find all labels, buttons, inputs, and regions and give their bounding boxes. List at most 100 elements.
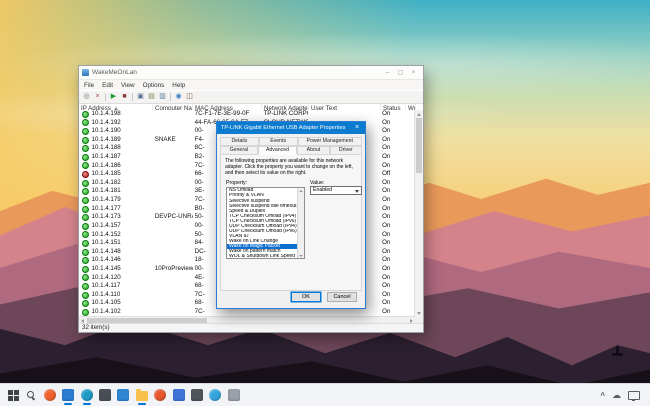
file-explorer-icon[interactable] xyxy=(136,391,148,401)
tab-general[interactable]: General xyxy=(220,146,258,155)
computer-name-cell xyxy=(153,110,193,119)
device-status-icon xyxy=(82,137,89,144)
listbox-scrollbar[interactable] xyxy=(297,188,304,258)
device-status-icon xyxy=(82,111,89,118)
computer-name-cell xyxy=(153,222,193,231)
menu-file[interactable]: File xyxy=(80,82,98,89)
delete-button[interactable]: × xyxy=(92,92,103,102)
edge-icon[interactable] xyxy=(81,389,93,401)
start-scan-button[interactable]: ▶ xyxy=(108,92,119,102)
window-titlebar[interactable]: WakeMeOnLan – ▢ × xyxy=(79,66,423,80)
tab-about[interactable]: About xyxy=(297,146,329,155)
mail-icon[interactable] xyxy=(62,389,74,401)
ip-cell: 10.1.4.110 xyxy=(79,291,153,300)
status-cell: On xyxy=(380,239,405,248)
tab-advanced[interactable]: Advanced xyxy=(258,146,298,155)
menu-edit[interactable]: Edit xyxy=(98,82,117,89)
computer-name-cell xyxy=(153,179,193,188)
photos-app-icon[interactable] xyxy=(173,389,185,401)
status-cell: On xyxy=(380,274,405,283)
dialog-titlebar[interactable]: TP-LINK Gigabit Ethernet USB Adapter Pro… xyxy=(217,122,365,134)
listbox-scroll-up-icon[interactable] xyxy=(299,190,303,192)
computer-name-cell xyxy=(153,187,193,196)
system-tray: ^ ☁ xyxy=(600,390,650,400)
app-icon xyxy=(82,69,89,76)
tab-details[interactable]: Details xyxy=(220,137,259,146)
computer-name-cell xyxy=(153,248,193,257)
paint3d-icon[interactable] xyxy=(228,389,240,401)
status-cell: On xyxy=(380,205,405,214)
computer-name-cell xyxy=(153,231,193,240)
display-icon[interactable] xyxy=(628,391,640,400)
status-cell: On xyxy=(380,153,405,162)
computer-name-cell xyxy=(153,239,193,248)
save-button[interactable]: ▣ xyxy=(135,92,146,102)
scroll-right-arrow-icon[interactable] xyxy=(410,319,413,323)
vscode-icon[interactable] xyxy=(117,389,129,401)
device-status-icon xyxy=(82,266,89,273)
start-button[interactable] xyxy=(7,389,19,401)
property-listbox: NS OffloadPriority & VLANSelective suspe… xyxy=(226,187,305,259)
device-status-icon xyxy=(82,119,89,126)
status-cell: On xyxy=(380,213,405,222)
computer-name-cell xyxy=(153,127,193,136)
exit-button[interactable]: ◫ xyxy=(184,92,195,102)
menu-view[interactable]: View xyxy=(117,82,139,89)
camera-app-icon[interactable] xyxy=(191,389,203,401)
skype-icon[interactable] xyxy=(209,389,221,401)
ip-cell: 10.1.4.192 xyxy=(79,119,153,128)
tab-power-management[interactable]: Power Management xyxy=(298,137,362,146)
search-button[interactable] xyxy=(26,389,38,401)
tab-events[interactable]: Events xyxy=(259,137,298,146)
device-status-icon xyxy=(82,206,89,213)
tab-driver[interactable]: Driver xyxy=(330,146,362,155)
ip-cell: 10.1.4.173 xyxy=(79,213,153,222)
mac-cell: 7C-F1-7E-3E-99-0F xyxy=(193,110,262,119)
status-cell: On xyxy=(380,110,405,119)
status-cell: On xyxy=(380,127,405,136)
scroll-up-arrow-icon[interactable] xyxy=(417,113,421,116)
cancel-button[interactable]: Cancel xyxy=(327,292,357,302)
device-row[interactable]: 10.1.4.1987C-F1-7E-3E-99-0FTP-LINK CORPO… xyxy=(79,110,415,119)
properties-button[interactable]: ▥ xyxy=(157,92,168,102)
property-item-wol-shutdown-link-speed[interactable]: WOL & Shutdown Link Speed xyxy=(227,254,304,259)
vertical-scrollbar[interactable] xyxy=(414,110,423,317)
window-title: WakeMeOnLan xyxy=(92,69,137,76)
ip-cell: 10.1.4.157 xyxy=(79,222,153,231)
chat-app-icon[interactable] xyxy=(99,389,111,401)
scroll-left-arrow-icon[interactable] xyxy=(81,319,84,323)
ip-cell: 10.1.4.182 xyxy=(79,179,153,188)
minimize-button[interactable]: – xyxy=(381,67,394,79)
device-status-icon xyxy=(82,309,89,316)
status-cell: On xyxy=(380,119,405,128)
value-dropdown[interactable]: Enabled xyxy=(310,186,362,195)
stop-scan-button[interactable]: ■ xyxy=(119,92,130,102)
menu-help[interactable]: Help xyxy=(168,82,189,89)
chevron-up-icon[interactable]: ^ xyxy=(600,391,605,401)
options-button[interactable]: ◉ xyxy=(173,92,184,102)
device-status-icon xyxy=(82,300,89,307)
menu-options[interactable]: Options xyxy=(139,82,169,89)
toolbar-separator xyxy=(170,93,171,101)
ip-cell: 10.1.4.188 xyxy=(79,144,153,153)
device-status-icon xyxy=(82,257,89,264)
vertical-scroll-thumb[interactable] xyxy=(416,118,422,173)
ok-button[interactable]: OK xyxy=(291,292,321,302)
ip-cell: 10.1.4.145 xyxy=(79,265,153,274)
scroll-down-arrow-icon[interactable] xyxy=(417,312,421,315)
maximize-button[interactable]: ▢ xyxy=(394,67,407,79)
computer-name-cell xyxy=(153,274,193,283)
device-status-icon xyxy=(82,274,89,281)
firefox-icon[interactable] xyxy=(44,389,56,401)
copy-button[interactable]: ▤ xyxy=(146,92,157,102)
ip-cell: 10.1.4.187 xyxy=(79,153,153,162)
dialog-close-icon[interactable]: × xyxy=(349,122,365,134)
close-button[interactable]: × xyxy=(407,67,420,79)
brave-icon[interactable] xyxy=(154,389,166,401)
wake-up-button[interactable]: ◎ xyxy=(81,92,92,102)
computer-name-cell xyxy=(153,256,193,265)
status-cell: On xyxy=(380,136,405,145)
listbox-scroll-down-icon[interactable] xyxy=(299,255,303,257)
onedrive-cloud-icon[interactable]: ☁ xyxy=(612,390,621,400)
ip-cell: 10.1.4.198 xyxy=(79,110,153,119)
